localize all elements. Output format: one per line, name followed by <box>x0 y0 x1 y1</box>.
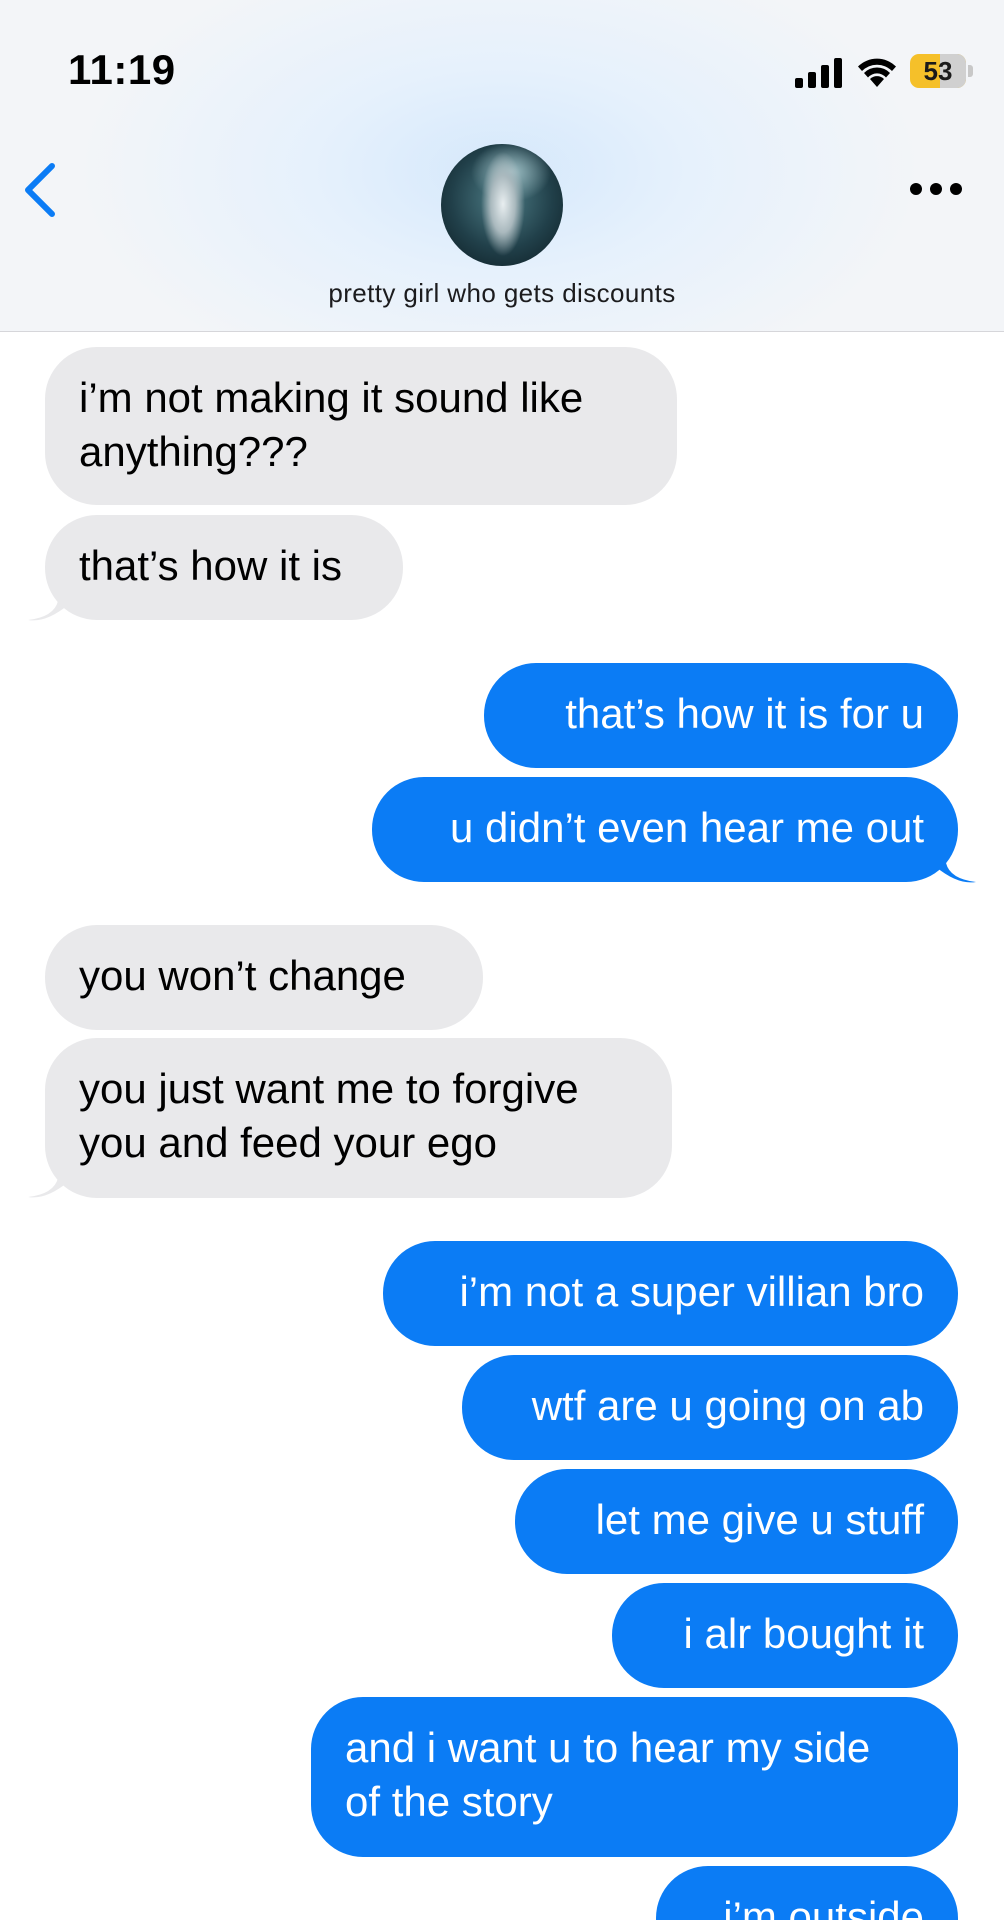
message-bubble-outgoing[interactable]: let me give u stuff <box>515 1469 958 1574</box>
ellipsis-icon <box>910 183 962 195</box>
message-text: i’m outside <box>723 1893 924 1920</box>
battery-level: 53 <box>923 56 953 86</box>
chevron-left-icon <box>25 163 55 217</box>
status-bar: 11:19 53 <box>0 0 1004 110</box>
message-bubble-incoming[interactable]: you won’t change <box>45 925 483 1030</box>
message-text: u didn’t even hear me out <box>450 804 924 851</box>
message-text: you just want me to forgive you and feed… <box>79 1065 579 1166</box>
message-bubble-outgoing[interactable]: i’m outside <box>656 1866 958 1920</box>
battery-body: 53 <box>910 54 966 88</box>
contact-avatar[interactable] <box>441 144 563 266</box>
bubble-tail-outgoing <box>936 845 976 883</box>
contact-name[interactable]: pretty girl who gets discounts <box>0 278 1004 309</box>
conversation-header: 11:19 53 pretty girl who gets discounts <box>0 0 1004 332</box>
message-text: i alr bought it <box>683 1610 924 1657</box>
messages-screen: 11:19 53 pretty girl who gets discounts … <box>0 0 1004 1920</box>
message-thread[interactable]: i’m not making it sound like anything???… <box>0 333 1004 1920</box>
message-text: and i want u to hear my side of the stor… <box>345 1724 871 1825</box>
message-bubble-outgoing[interactable]: i’m not a super villian bro <box>383 1241 958 1346</box>
message-text: wtf are u going on ab <box>531 1382 924 1429</box>
message-bubble-incoming[interactable]: you just want me to forgive you and feed… <box>45 1038 672 1198</box>
bubble-tail-incoming <box>28 583 68 621</box>
battery-icon: 53 <box>910 54 974 88</box>
more-options-button[interactable] <box>908 176 964 202</box>
message-bubble-incoming[interactable]: i’m not making it sound like anything??? <box>45 347 677 505</box>
message-text: you won’t change <box>79 952 406 999</box>
message-bubble-outgoing[interactable]: u didn’t even hear me out <box>372 777 958 882</box>
bubble-tail-incoming <box>28 1160 68 1198</box>
message-bubble-outgoing[interactable]: and i want u to hear my side of the stor… <box>311 1697 958 1857</box>
message-text: that’s how it is for u <box>565 690 924 737</box>
status-time: 11:19 <box>68 46 176 93</box>
battery-cap <box>968 65 973 77</box>
message-bubble-incoming[interactable]: that’s how it is <box>45 515 403 620</box>
back-button[interactable] <box>18 160 62 220</box>
message-text: that’s how it is <box>79 542 343 589</box>
message-bubble-outgoing[interactable]: wtf are u going on ab <box>462 1355 958 1460</box>
wifi-icon <box>858 58 896 87</box>
message-bubble-outgoing[interactable]: that’s how it is for u <box>484 663 958 768</box>
cellular-signal-icon <box>795 58 842 88</box>
message-text: i’m not making it sound like anything??? <box>79 374 584 475</box>
message-text: i’m not a super villian bro <box>459 1268 924 1315</box>
message-text: let me give u stuff <box>595 1496 924 1543</box>
message-bubble-outgoing[interactable]: i alr bought it <box>612 1583 958 1688</box>
